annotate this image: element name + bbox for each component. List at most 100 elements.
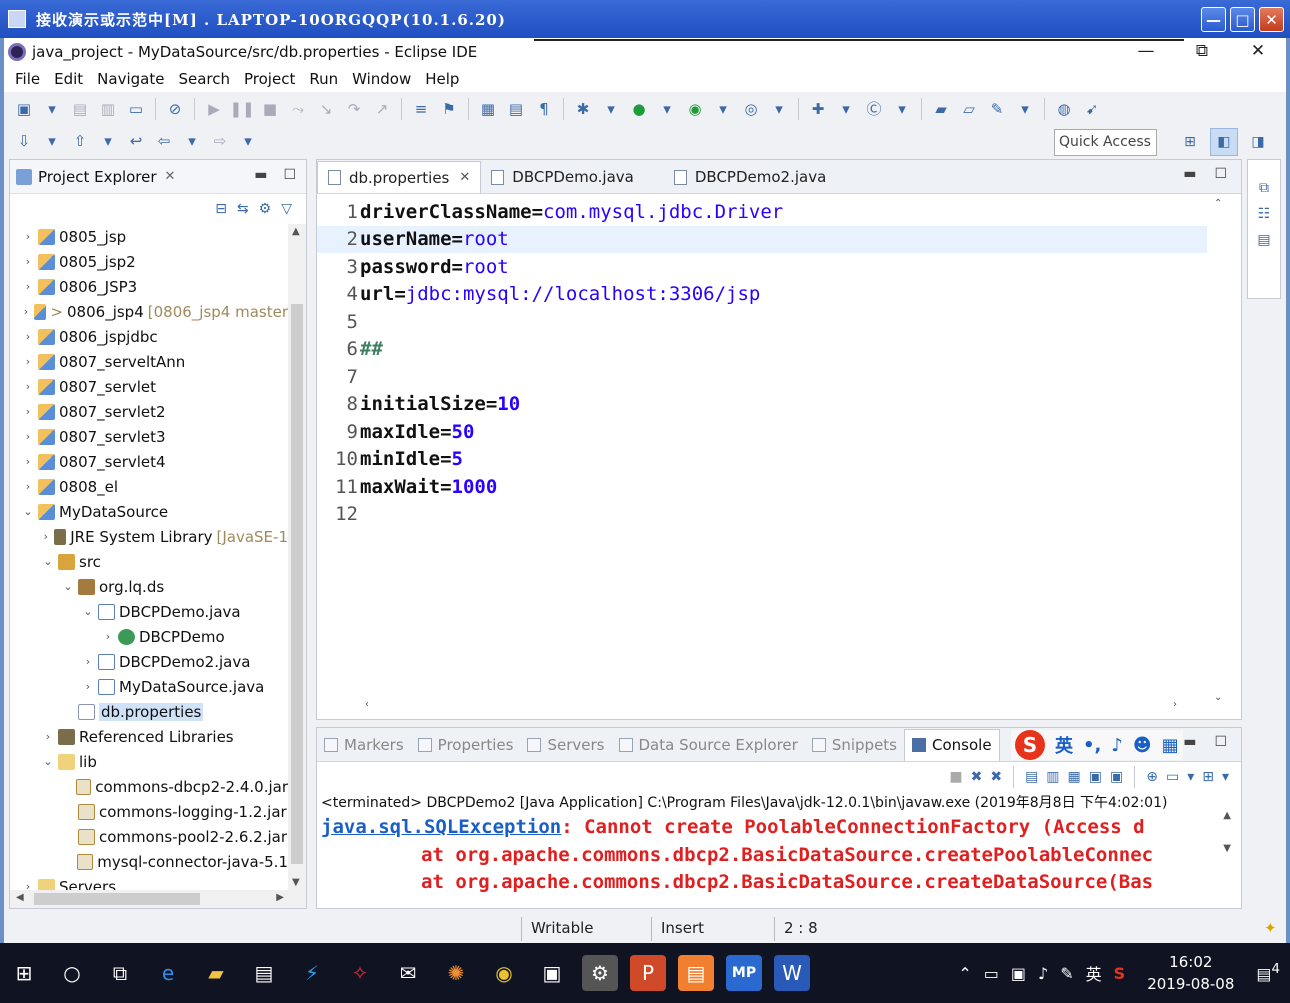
collapsed-chevron-icon[interactable]: ›	[80, 655, 96, 668]
mail-icon[interactable]: ✉	[390, 955, 426, 991]
expanded-chevron-icon[interactable]: ⌄	[80, 605, 96, 618]
task-list-icon[interactable]: ▤	[1257, 232, 1270, 248]
eclipse-taskbar-icon[interactable]: ⚙	[582, 955, 618, 991]
forward-icon[interactable]: ⇨	[208, 129, 232, 153]
collapsed-chevron-icon[interactable]: ›	[20, 280, 36, 293]
save-icon[interactable]: ▤	[68, 97, 92, 121]
debug-dropdown-icon[interactable]: ▾	[599, 97, 623, 121]
expanded-chevron-icon[interactable]: ⌄	[40, 755, 56, 768]
tree-item[interactable]: › >0806_jsp4 [0806_jsp4 master	[10, 299, 288, 324]
editor-horizontal-scrollbar[interactable]: ‹ ›	[357, 699, 1197, 715]
ime-punctuation-toggle[interactable]: •,	[1083, 735, 1101, 756]
toggle-mark-icon[interactable]: ≡	[409, 97, 433, 121]
expanded-chevron-icon[interactable]: ⌄	[20, 505, 36, 518]
java-ee-perspective-icon[interactable]: ◧	[1210, 128, 1238, 156]
open-folder-icon[interactable]: ▰	[929, 97, 953, 121]
minimize-panel-icon[interactable]: ▬	[1183, 734, 1196, 750]
new-class-icon[interactable]: Ⓒ	[862, 97, 886, 121]
remove-launch-icon[interactable]: ✖	[971, 769, 983, 785]
collapsed-chevron-icon[interactable]: ›	[20, 480, 36, 493]
tab-snippets[interactable]: Snippets	[805, 736, 904, 754]
tree-item[interactable]: db.properties	[10, 699, 288, 724]
tree-item[interactable]: › Servers	[10, 874, 288, 890]
remote-maximize-button[interactable]: □	[1230, 7, 1255, 32]
store-icon[interactable]: ▤	[246, 955, 282, 991]
skip-breakpoints-icon[interactable]: ⊘	[163, 97, 187, 121]
last-edit-icon[interactable]: ↩	[124, 129, 148, 153]
code-area[interactable]: 1 driverClassName= com.mysql.jdbc.Driver 2 u…	[317, 198, 1207, 698]
quick-access-input[interactable]: Quick Access	[1054, 129, 1157, 156]
menu-navigate[interactable]: Navigate	[90, 70, 171, 88]
collapsed-chevron-icon[interactable]: ›	[40, 530, 52, 543]
outline-icon[interactable]: ☷	[1258, 206, 1271, 222]
tree-item[interactable]: › JRE System Library [JavaSE-1	[10, 524, 288, 549]
tab-db-properties[interactable]: db.properties ✕	[317, 161, 482, 193]
pdf-icon[interactable]: ▤	[678, 955, 714, 991]
minimize-view-icon[interactable]: ▬	[254, 167, 267, 183]
remote-close-button[interactable]: ✕	[1259, 7, 1284, 32]
collapsed-chevron-icon[interactable]: ›	[100, 630, 116, 643]
link-with-editor-icon[interactable]: ⇆	[237, 201, 249, 217]
disconnect-icon[interactable]: ⤳	[286, 97, 310, 121]
remote-minimize-button[interactable]: —	[1201, 7, 1226, 32]
external-tools-dropdown-icon[interactable]: ▾	[767, 97, 791, 121]
collapsed-chevron-icon[interactable]: ›	[20, 880, 36, 890]
remove-all-launches-icon[interactable]: ✖	[990, 769, 1002, 785]
tree-item[interactable]: mysql-connector-java-5.1	[10, 849, 288, 874]
previous-annotation-dropdown-icon[interactable]: ▾	[96, 129, 120, 153]
collapsed-chevron-icon[interactable]: ›	[20, 355, 36, 368]
tree-horizontal-scrollbar[interactable]: ◀ ▶	[10, 890, 306, 908]
step-over-icon[interactable]: ↷	[342, 97, 366, 121]
tree-item[interactable]: commons-logging-1.2.jar	[10, 799, 288, 824]
tab-console[interactable]: Console	[904, 728, 1000, 761]
mp-icon[interactable]: MP	[726, 955, 762, 991]
code-line[interactable]: 4 url= jdbc:mysql://localhost:3306/jsp	[317, 281, 1207, 309]
open-console-icon[interactable]: ⊞	[1202, 769, 1214, 785]
task-view-icon[interactable]: ⧉	[102, 955, 138, 991]
previous-annotation-icon[interactable]: ⇧	[68, 129, 92, 153]
code-line[interactable]: 3 password= root	[317, 253, 1207, 281]
menu-file[interactable]: File	[8, 70, 47, 88]
collapsed-chevron-icon[interactable]: ›	[80, 680, 96, 693]
sogou-ime-icon[interactable]: S	[1015, 730, 1045, 760]
expanded-chevron-icon[interactable]: ⌄	[40, 555, 56, 568]
launch-icon[interactable]: ➹	[1080, 97, 1104, 121]
ime-language-toggle[interactable]: 英	[1055, 732, 1073, 758]
maximize-editor-icon[interactable]: ☐	[1214, 166, 1227, 182]
tree-item[interactable]: ⌄ lib	[10, 749, 288, 774]
code-line[interactable]: 1 driverClassName= com.mysql.jdbc.Driver	[317, 198, 1207, 226]
run-icon[interactable]: ●	[627, 97, 651, 121]
tree-item[interactable]: ⌄ MyDataSource	[10, 499, 288, 524]
colorful-app-icon[interactable]: ✺	[438, 955, 474, 991]
display-console-dropdown-icon[interactable]: ▾	[1187, 769, 1194, 785]
suspend-icon[interactable]: ❚❚	[229, 97, 254, 121]
show-on-stderr-icon[interactable]: ▣	[1110, 769, 1123, 785]
new-server-icon[interactable]: ✚	[806, 97, 830, 121]
tree-item[interactable]: ⌄ src	[10, 549, 288, 574]
restore-view-icon[interactable]: ⧉	[1259, 180, 1269, 196]
powerpoint-icon[interactable]: P	[630, 955, 666, 991]
show-whitespace-icon[interactable]: ¶	[532, 97, 556, 121]
collapsed-chevron-icon[interactable]: ›	[20, 380, 36, 393]
filter-icon[interactable]: ⚙	[259, 201, 272, 217]
volume-icon[interactable]: ♪	[1038, 964, 1048, 983]
tree-item[interactable]: › 0806_jspjdbc	[10, 324, 288, 349]
collapsed-chevron-icon[interactable]: ›	[20, 405, 36, 418]
menu-window[interactable]: Window	[345, 70, 418, 88]
tree-item[interactable]: commons-dbcp2-2.4.0.jar	[10, 774, 288, 799]
open-perspective-icon[interactable]: ⊞	[1176, 128, 1204, 156]
sogou-tray-icon[interactable]: S	[1114, 964, 1126, 983]
terminate-icon[interactable]: ■	[949, 769, 962, 785]
step-return-icon[interactable]: ↗	[370, 97, 394, 121]
open-project-icon[interactable]: ▱	[957, 97, 981, 121]
globe-icon[interactable]: ◍	[1052, 97, 1076, 121]
maximize-panel-icon[interactable]: ☐	[1214, 734, 1227, 750]
close-view-icon[interactable]: ✕	[165, 169, 176, 184]
tree-item[interactable]: › 0807_servlet4	[10, 449, 288, 474]
tab-servers[interactable]: Servers	[520, 736, 611, 754]
tray-expand-icon[interactable]: ⌃	[958, 964, 971, 983]
resume-icon[interactable]: ▶	[202, 97, 226, 121]
notification-icon[interactable]: ▤4	[1256, 962, 1280, 983]
tree-item[interactable]: ⌄ org.lq.ds	[10, 574, 288, 599]
collapse-all-icon[interactable]: ⊟	[215, 201, 227, 217]
